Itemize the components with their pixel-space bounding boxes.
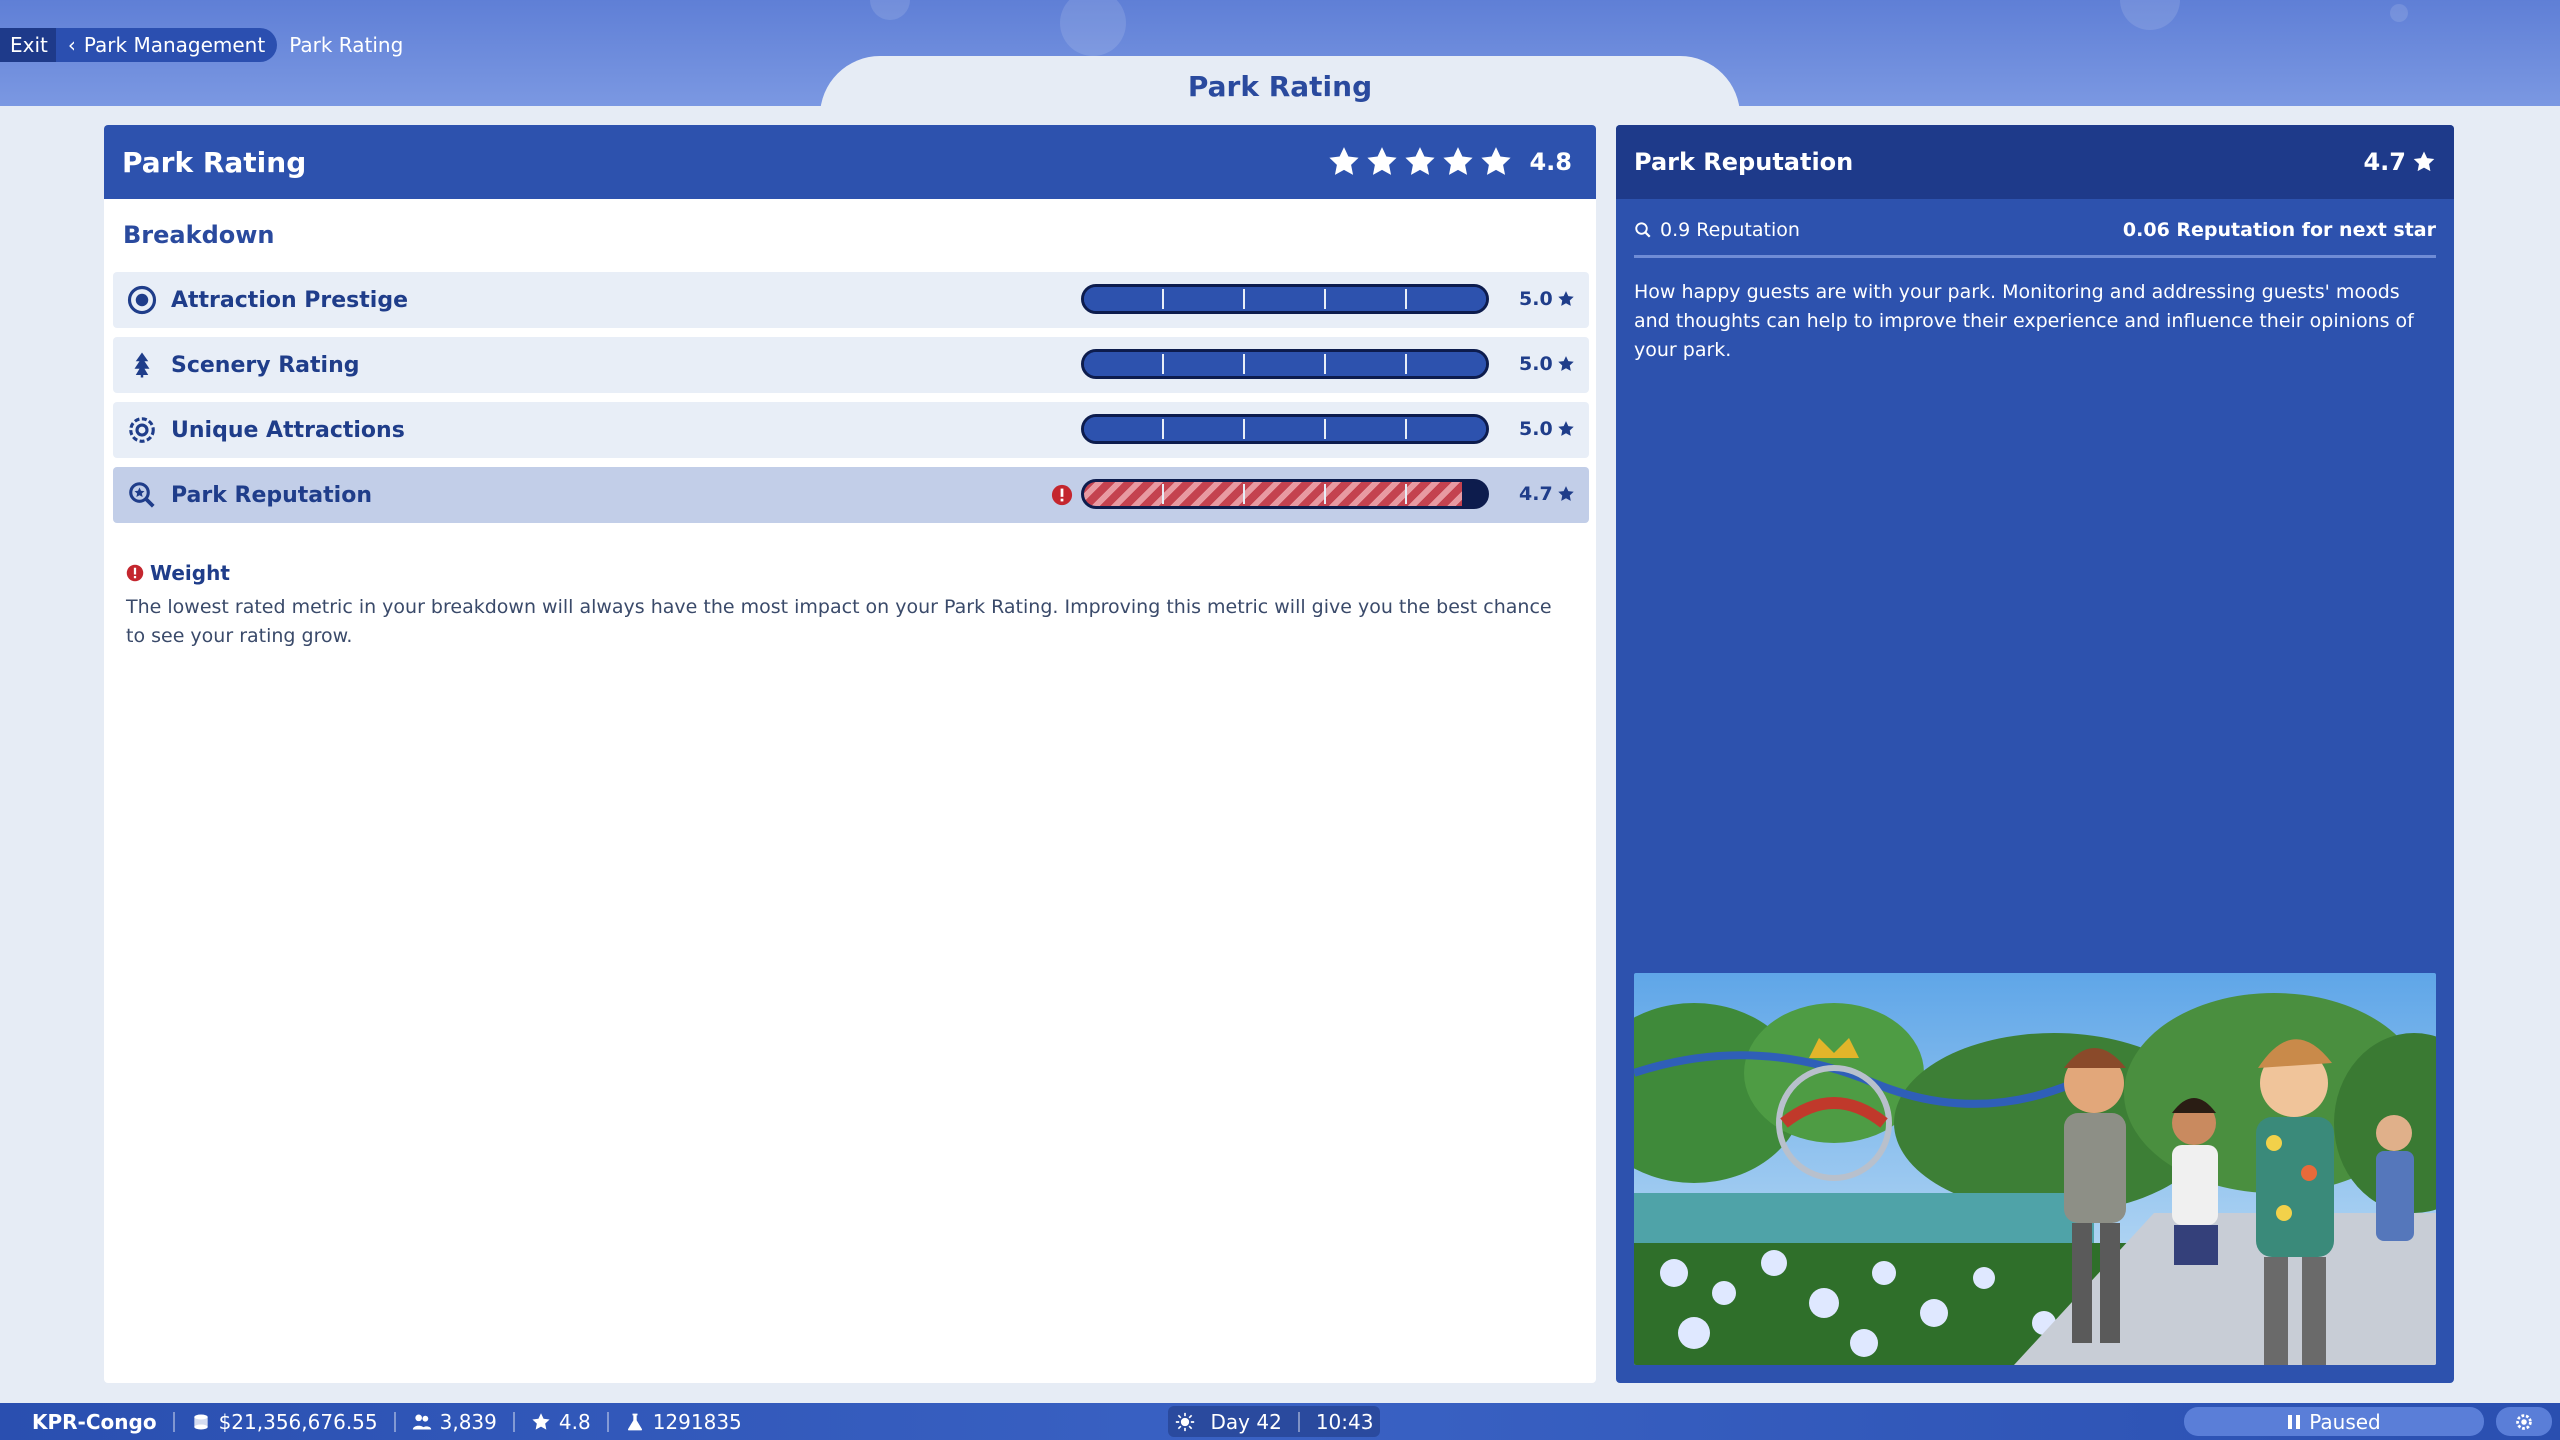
park-name: KPR-Congo [32,1409,157,1434]
park-reputation-header: Park Reputation 4.7 [1616,125,2454,199]
date-time-display[interactable]: Day 42 10:43 [1168,1406,1380,1437]
metric-value: 5.0 [1519,353,1575,375]
weight-description: The lowest rated metric in your breakdow… [126,596,1552,647]
park-rating-panel: Park Rating 4.8 Breakdown Attraction Pre… [104,125,1596,1383]
reputation-icon [129,482,155,508]
star-icon [1557,486,1574,501]
metric-bar-fill [1084,287,1486,311]
park-guests-image [1634,973,2436,1365]
metric-bar [1081,349,1489,379]
park-rating-display[interactable]: 4.8 [531,1410,591,1434]
panel-title: Park Rating [122,145,307,179]
breadcrumb: Exit ‹ Park Management Park Rating [0,28,403,62]
breadcrumb-current: Park Rating [289,33,404,57]
star-icon [1557,291,1574,306]
guest-count[interactable]: 3,839 [412,1410,497,1434]
metric-label: Scenery Rating [171,352,360,378]
day-display: Day 42 [1210,1409,1282,1434]
pause-icon [2288,1414,2301,1429]
breadcrumb-parent-label: Park Management [83,33,266,57]
sun-icon [1175,1412,1194,1431]
star-icon [1329,147,1360,175]
guests-icon [412,1414,431,1429]
reputation-icon [1635,222,1651,238]
metric-value: 4.7 [1519,483,1575,505]
metric-row-unique-attractions[interactable]: Unique Attractions 5.0 [113,402,1589,458]
back-to-park-management[interactable]: ‹ Park Management [55,28,278,62]
page-title: Park Rating [1187,70,1373,103]
weight-info: Weight The lowest rated metric in your b… [126,561,1566,651]
metric-bar-fill [1084,352,1486,376]
metric-row-attraction-prestige[interactable]: Attraction Prestige 5.0 [113,272,1589,328]
metric-label: Attraction Prestige [171,287,409,313]
settings-button[interactable] [2496,1407,2552,1436]
star-rating: 4.8 [1327,145,1572,179]
overall-rating-value: 4.8 [1529,148,1572,176]
chevron-left-icon: ‹ [67,33,76,57]
star-icon [1557,421,1574,436]
next-star-requirement: 0.06 Reputation for next star [2122,219,2436,241]
park-rating-header: Park Rating 4.8 [104,125,1596,199]
gear-badge-icon [129,417,155,443]
reputation-rating: 4.7 [2363,148,2436,176]
prestige-icon [127,285,157,315]
panel-title: Park Reputation [1634,148,1854,176]
metric-label: Park Reputation [171,482,372,508]
star-icon [2413,151,2435,172]
tree-icon [134,352,150,378]
metric-bar [1081,414,1489,444]
weight-title: Weight [126,561,1566,585]
coins-icon [193,1414,208,1429]
star-icon [1481,147,1512,175]
gear-icon [2516,1413,2532,1430]
metric-row-scenery-rating[interactable]: Scenery Rating 5.0 [113,337,1589,393]
breakdown-title: Breakdown [123,221,275,249]
status-bar: KPR-Congo $21,356,676.55 3,839 4.8 12918… [0,1403,2560,1440]
park-scene-illustration [1634,973,2436,1365]
star-icon [1367,147,1398,175]
flask-icon [627,1413,642,1430]
exit-button[interactable]: Exit [0,28,60,62]
metric-value: 5.0 [1519,288,1575,310]
warning-icon [126,564,144,582]
metric-bar-fill [1084,417,1486,441]
metric-label: Unique Attractions [171,417,405,443]
time-display: 10:43 [1315,1409,1374,1434]
money-display[interactable]: $21,356,676.55 [191,1410,378,1434]
metric-bar [1081,284,1489,314]
park-reputation-panel: Park Reputation 4.7 0.9 Reputation 0.06 … [1616,125,2454,1383]
star-icon [1443,147,1474,175]
research-display[interactable]: 1291835 [625,1410,742,1434]
metric-bar [1081,479,1489,509]
reputation-stats: 0.9 Reputation 0.06 Reputation for next … [1634,219,2436,258]
metric-row-park-reputation[interactable]: Park Reputation 4.7 [113,467,1589,523]
reputation-description: How happy guests are with your park. Mon… [1634,281,2414,361]
star-icon [532,1412,550,1430]
star-icon [1405,147,1436,175]
metric-value: 5.0 [1519,418,1575,440]
reputation-value: 0.9 Reputation [1634,219,1800,241]
pause-status: Paused [2309,1409,2381,1434]
star-icon [1557,356,1574,371]
warning-icon [1051,484,1073,506]
pause-toggle[interactable]: Paused [2184,1407,2484,1436]
